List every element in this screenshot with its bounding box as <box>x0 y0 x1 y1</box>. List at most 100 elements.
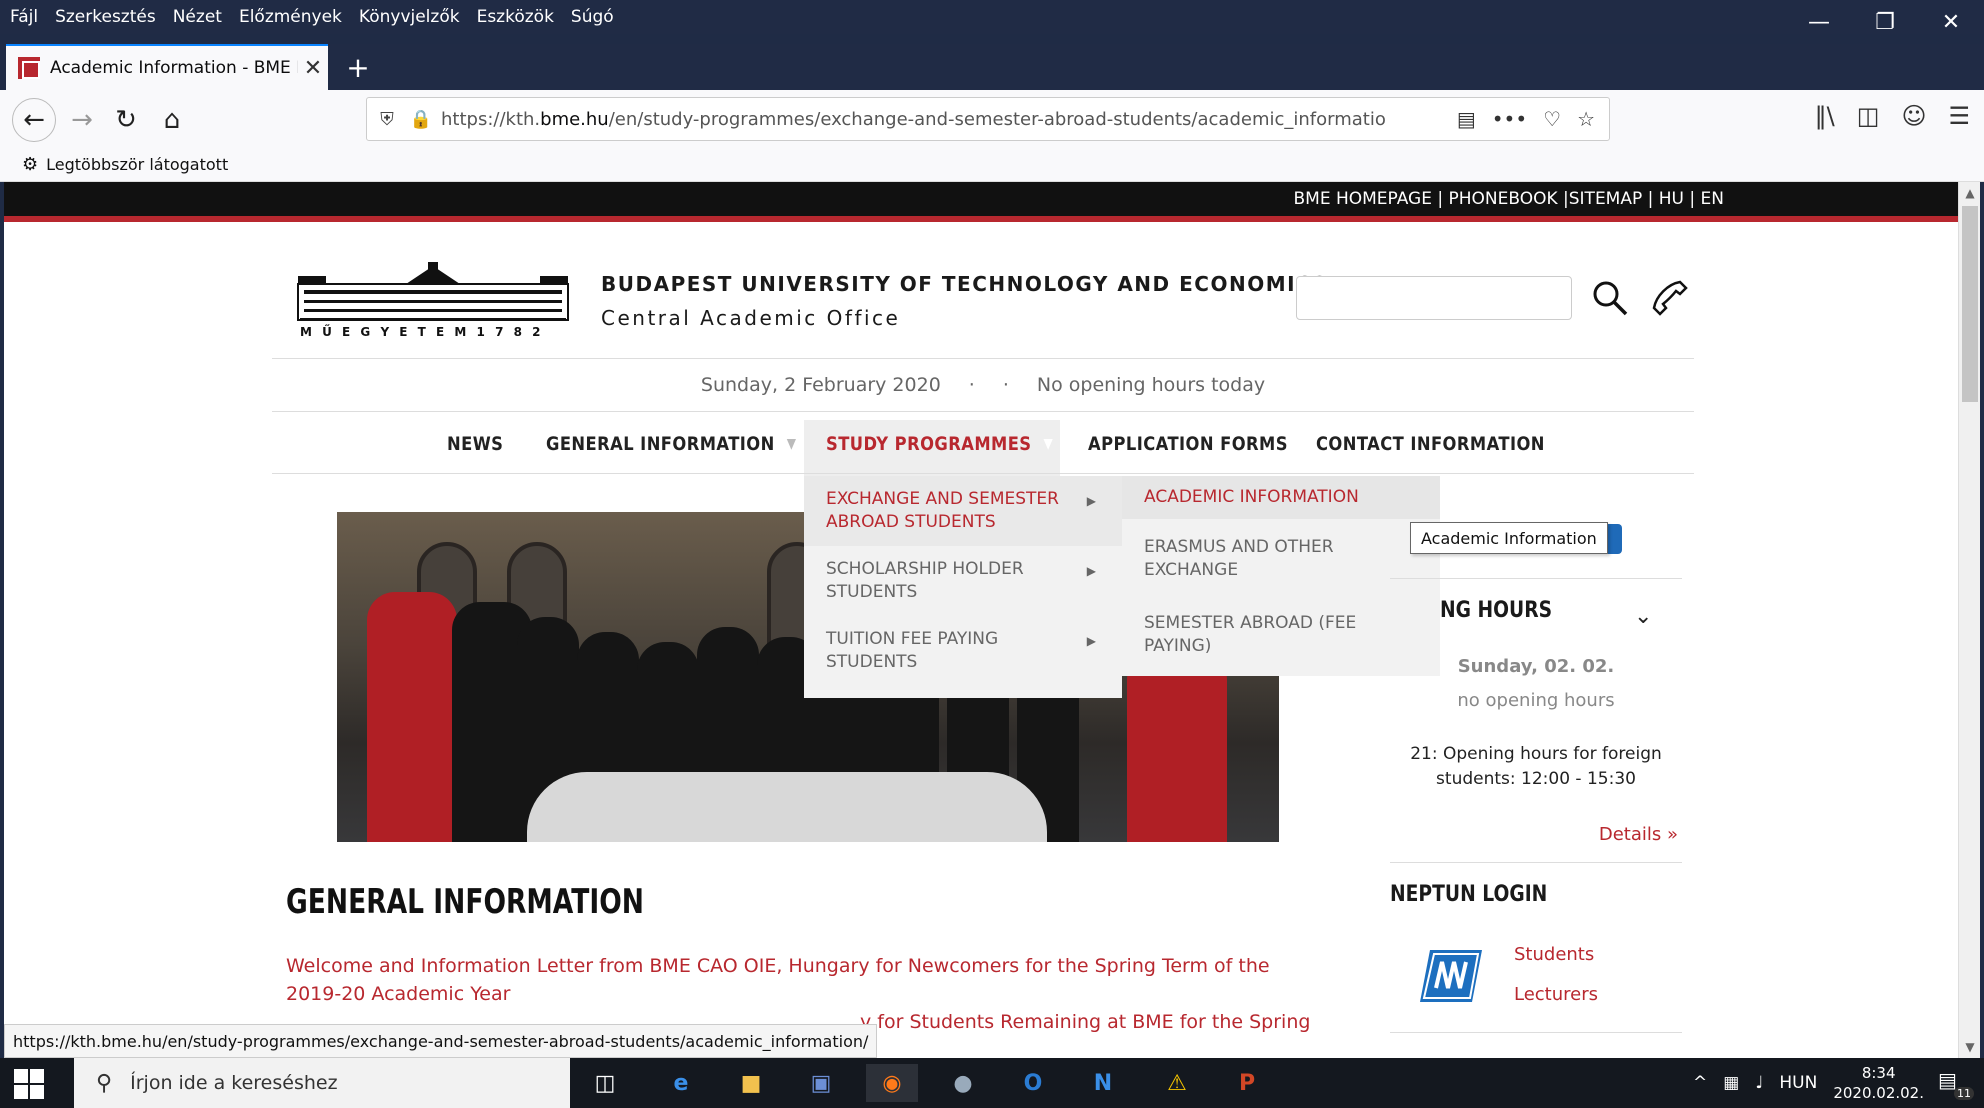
main-navigation: NEWS GENERAL INFORMATION ▼ STUDY PROGRAMM… <box>272 414 1694 474</box>
bookmarks-toolbar: ⚙ Legtöbbször látogatott <box>0 148 1984 182</box>
current-date: Sunday, 2 February 2020 <box>700 374 941 396</box>
university-name: BUDAPEST UNIVERSITY OF TECHNOLOGY AND EC… <box>601 272 1329 296</box>
date-row: Sunday, 2 February 2020 · · No opening h… <box>272 358 1694 412</box>
new-tab-icon[interactable]: + <box>338 44 378 90</box>
chevron-right-icon: ▶ <box>1086 564 1096 578</box>
shield-icon[interactable]: ⛨ <box>367 109 407 130</box>
task-view-icon[interactable]: ◫ <box>586 1064 624 1102</box>
chevron-up-icon[interactable]: ^ <box>1693 1073 1707 1093</box>
neptun-app-icon[interactable]: N <box>1084 1064 1122 1102</box>
logo-text: M Ű E G Y E T E M 1 7 8 2 <box>300 324 543 338</box>
taskbar-search-placeholder: Írjon ide a kereséshez <box>130 1072 338 1094</box>
submenu-semester-abroad[interactable]: SEMESTER ABROAD (FEE PAYING) <box>1122 612 1440 658</box>
tab-academic-information[interactable]: Academic Information - BME K ✕ <box>6 44 328 90</box>
save-app-icon[interactable]: ▣ <box>802 1064 840 1102</box>
tab-title: Academic Information - BME K <box>50 58 298 78</box>
submenu-erasmus[interactable]: ERASMUS AND OTHER EXCHANGE <box>1122 536 1440 582</box>
vpn-app-icon[interactable]: ● <box>944 1064 982 1102</box>
system-tray: ^ ▦ ♩ HUN 8:34 2020.02.02. <box>1693 1058 1924 1108</box>
powerpoint-icon[interactable]: P <box>1228 1064 1266 1102</box>
submenu-academic-information[interactable]: ACADEMIC INFORMATION <box>1122 476 1440 519</box>
opening-foreign-students: 21: Opening hours for foreign students: … <box>1410 744 1662 789</box>
scroll-down-icon[interactable]: ▼ <box>1959 1040 1980 1054</box>
page-actions-icon[interactable]: ••• <box>1492 107 1527 131</box>
menu-bookmarks[interactable]: Könyvjelzők <box>359 7 460 27</box>
nav-news[interactable]: NEWS <box>447 414 503 474</box>
menu-help[interactable]: Súgó <box>571 7 614 27</box>
nav-general-information[interactable]: GENERAL INFORMATION ▼ <box>546 414 796 474</box>
gear-icon: ⚙ <box>22 154 39 175</box>
bookmark-most-visited[interactable]: Legtöbbször látogatott <box>46 155 228 174</box>
url-text[interactable]: https://kth.bme.hu/en/study-programmes/e… <box>435 109 1457 130</box>
notification-center-icon[interactable]: ▤ 11 <box>1938 1068 1974 1100</box>
reload-icon[interactable]: ↻ <box>106 100 146 140</box>
neptun-login-title: NEPTUN LOGIN <box>1390 882 1548 907</box>
neptun-logo-icon[interactable] <box>1418 948 1484 1004</box>
bookmark-star-icon[interactable]: ☆ <box>1577 107 1595 131</box>
neptun-lecturers-link[interactable]: Lecturers <box>1514 984 1598 1005</box>
page-scrollbar[interactable]: ▲ ▼ <box>1958 182 1980 1058</box>
muegyetem-logo[interactable]: M Ű E G Y E T E M 1 7 8 2 <box>296 262 570 338</box>
clock[interactable]: 8:34 2020.02.02. <box>1833 1063 1924 1103</box>
phone-icon[interactable] <box>1650 278 1690 318</box>
site-topbar[interactable]: BME HOMEPAGE | PHONEBOOK |SITEMAP | HU |… <box>4 182 1980 216</box>
firefox-taskbar-icon[interactable]: ◉ <box>866 1064 918 1102</box>
opening-status: No opening hours today <box>1036 374 1266 396</box>
pocket-icon[interactable]: ♡ <box>1543 107 1561 131</box>
menu-item-scholarship-students[interactable]: SCHOLARSHIP HOLDER STUDENTS ▶ <box>804 546 1122 616</box>
chevron-right-icon: ▶ <box>1086 494 1096 508</box>
lock-icon[interactable]: 🔒 <box>407 109 435 130</box>
url-bar[interactable]: ⛨ 🔒 https://kth.bme.hu/en/study-programm… <box>366 97 1610 141</box>
warning-app-icon[interactable]: ⚠ <box>1158 1064 1196 1102</box>
chevron-down-icon[interactable]: ⌄ <box>1634 604 1652 629</box>
keyboard-language[interactable]: HUN <box>1779 1073 1817 1093</box>
exchange-submenu: ACADEMIC INFORMATION ERASMUS AND OTHER E… <box>1122 476 1440 676</box>
search-icon: ⚲ <box>96 1070 113 1096</box>
sidebar-icon[interactable]: ◫ <box>1857 102 1880 130</box>
account-icon[interactable]: ☺ <box>1901 102 1926 130</box>
chevron-right-icon: ▶ <box>1086 634 1096 648</box>
tooltip: Academic Information <box>1410 522 1608 554</box>
reader-view-icon[interactable]: ▤ <box>1457 107 1476 131</box>
page-viewport: BME HOMEPAGE | PHONEBOOK |SITEMAP | HU |… <box>4 182 1980 1058</box>
nav-contact-information[interactable]: CONTACT INFORMATION <box>1316 414 1545 474</box>
hamburger-menu-icon[interactable]: ☰ <box>1948 102 1970 130</box>
menu-edit[interactable]: Szerkesztés <box>55 7 156 27</box>
menu-item-exchange-students[interactable]: EXCHANGE AND SEMESTER ABROAD STUDENTS ▶ <box>804 476 1122 546</box>
windows-taskbar: ⚲ Írjon ide a kereséshez ◫ e ■ ▣ ◉ ● O N… <box>0 1058 1984 1108</box>
chevron-down-icon: ▼ <box>786 436 797 452</box>
back-arrow-icon[interactable]: ← <box>12 98 56 142</box>
restore-icon[interactable]: ❐ <box>1852 0 1918 44</box>
menu-tools[interactable]: Eszközök <box>477 7 554 27</box>
neptun-students-link[interactable]: Students <box>1514 944 1594 965</box>
home-icon[interactable]: ⌂ <box>152 100 192 140</box>
taskbar-search[interactable]: ⚲ Írjon ide a kereséshez <box>74 1058 570 1108</box>
menu-history[interactable]: Előzmények <box>239 7 342 27</box>
menu-item-tuition-fee-students[interactable]: TUITION FEE PAYING STUDENTS ▶ <box>804 616 1122 692</box>
nav-study-programmes[interactable]: STUDY PROGRAMMES ▼ <box>826 414 1053 474</box>
welcome-letter-link[interactable]: Welcome and Information Letter from BME … <box>286 952 1296 1008</box>
file-explorer-icon[interactable]: ■ <box>732 1064 770 1102</box>
opening-day: Sunday, 02. 02. <box>1457 656 1615 677</box>
site-search-input[interactable] <box>1296 276 1572 320</box>
nav-application-forms[interactable]: APPLICATION FORMS <box>1088 414 1288 474</box>
close-tab-icon[interactable]: ✕ <box>298 56 328 81</box>
network-icon[interactable]: ▦ <box>1723 1073 1739 1093</box>
scroll-up-icon[interactable]: ▲ <box>1959 186 1980 200</box>
forward-arrow-icon[interactable]: → <box>62 100 102 140</box>
scrollbar-thumb[interactable] <box>1962 206 1978 402</box>
details-link[interactable]: Details » <box>1390 824 1682 845</box>
menu-view[interactable]: Nézet <box>173 7 222 27</box>
search-icon[interactable] <box>1590 278 1630 318</box>
red-divider <box>4 216 1980 222</box>
windows-start-icon[interactable] <box>14 1069 44 1099</box>
volume-icon[interactable]: ♩ <box>1755 1073 1763 1093</box>
close-window-icon[interactable]: ✕ <box>1918 0 1984 44</box>
minimize-icon[interactable]: — <box>1786 0 1852 44</box>
library-icon[interactable]: ‖\ <box>1815 102 1835 130</box>
date-separator: · <box>968 374 975 396</box>
general-information-heading: GENERAL INFORMATION <box>286 882 644 922</box>
menu-file[interactable]: Fájl <box>10 7 38 27</box>
edge-browser-icon[interactable]: e <box>662 1064 700 1102</box>
outlook-icon[interactable]: O <box>1014 1064 1052 1102</box>
